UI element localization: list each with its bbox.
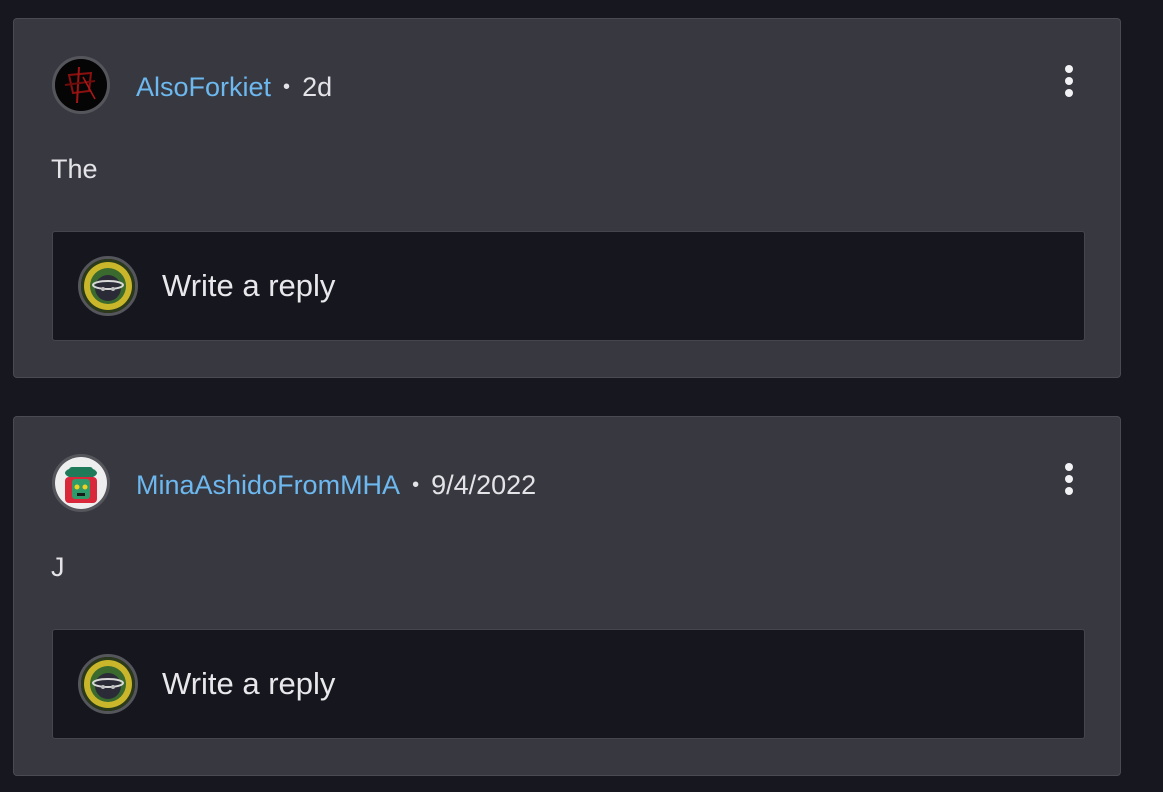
timestamp: 9/4/2022 xyxy=(431,469,537,500)
comment-card: AlsoForkiet • 2d The Write a reply xyxy=(13,18,1121,378)
separator-dot: • xyxy=(412,473,420,496)
comment-meta: AlsoForkiet • 2d xyxy=(136,69,332,105)
comment-text: J xyxy=(51,552,65,582)
comment-meta: MinaAshidoFromMHA • 9/4/2022 xyxy=(136,467,536,503)
separator-dot: • xyxy=(283,75,291,98)
user-avatar-icon[interactable] xyxy=(52,454,110,512)
kebab-dot-icon xyxy=(1065,475,1073,483)
username-link[interactable]: MinaAshidoFromMHA xyxy=(136,470,400,501)
timestamp: 2d xyxy=(302,71,333,102)
user-avatar-icon[interactable] xyxy=(52,56,110,114)
kebab-dot-icon xyxy=(1065,65,1073,73)
current-user-avatar-icon xyxy=(78,654,138,714)
reply-placeholder: Write a reply xyxy=(162,268,336,303)
comment-text: The xyxy=(51,154,98,184)
reply-placeholder: Write a reply xyxy=(162,666,336,701)
reply-input[interactable]: Write a reply xyxy=(52,231,1085,341)
kebab-dot-icon xyxy=(1065,487,1073,495)
kebab-dot-icon xyxy=(1065,77,1073,85)
comment-card: MinaAshidoFromMHA • 9/4/2022 J Write a r… xyxy=(13,416,1121,776)
username-link[interactable]: AlsoForkiet xyxy=(136,72,271,103)
reply-input[interactable]: Write a reply xyxy=(52,629,1085,739)
kebab-dot-icon xyxy=(1065,89,1073,97)
kebab-dot-icon xyxy=(1065,463,1073,471)
more-options-button[interactable] xyxy=(1054,59,1084,103)
current-user-avatar-icon xyxy=(78,256,138,316)
more-options-button[interactable] xyxy=(1054,457,1084,501)
